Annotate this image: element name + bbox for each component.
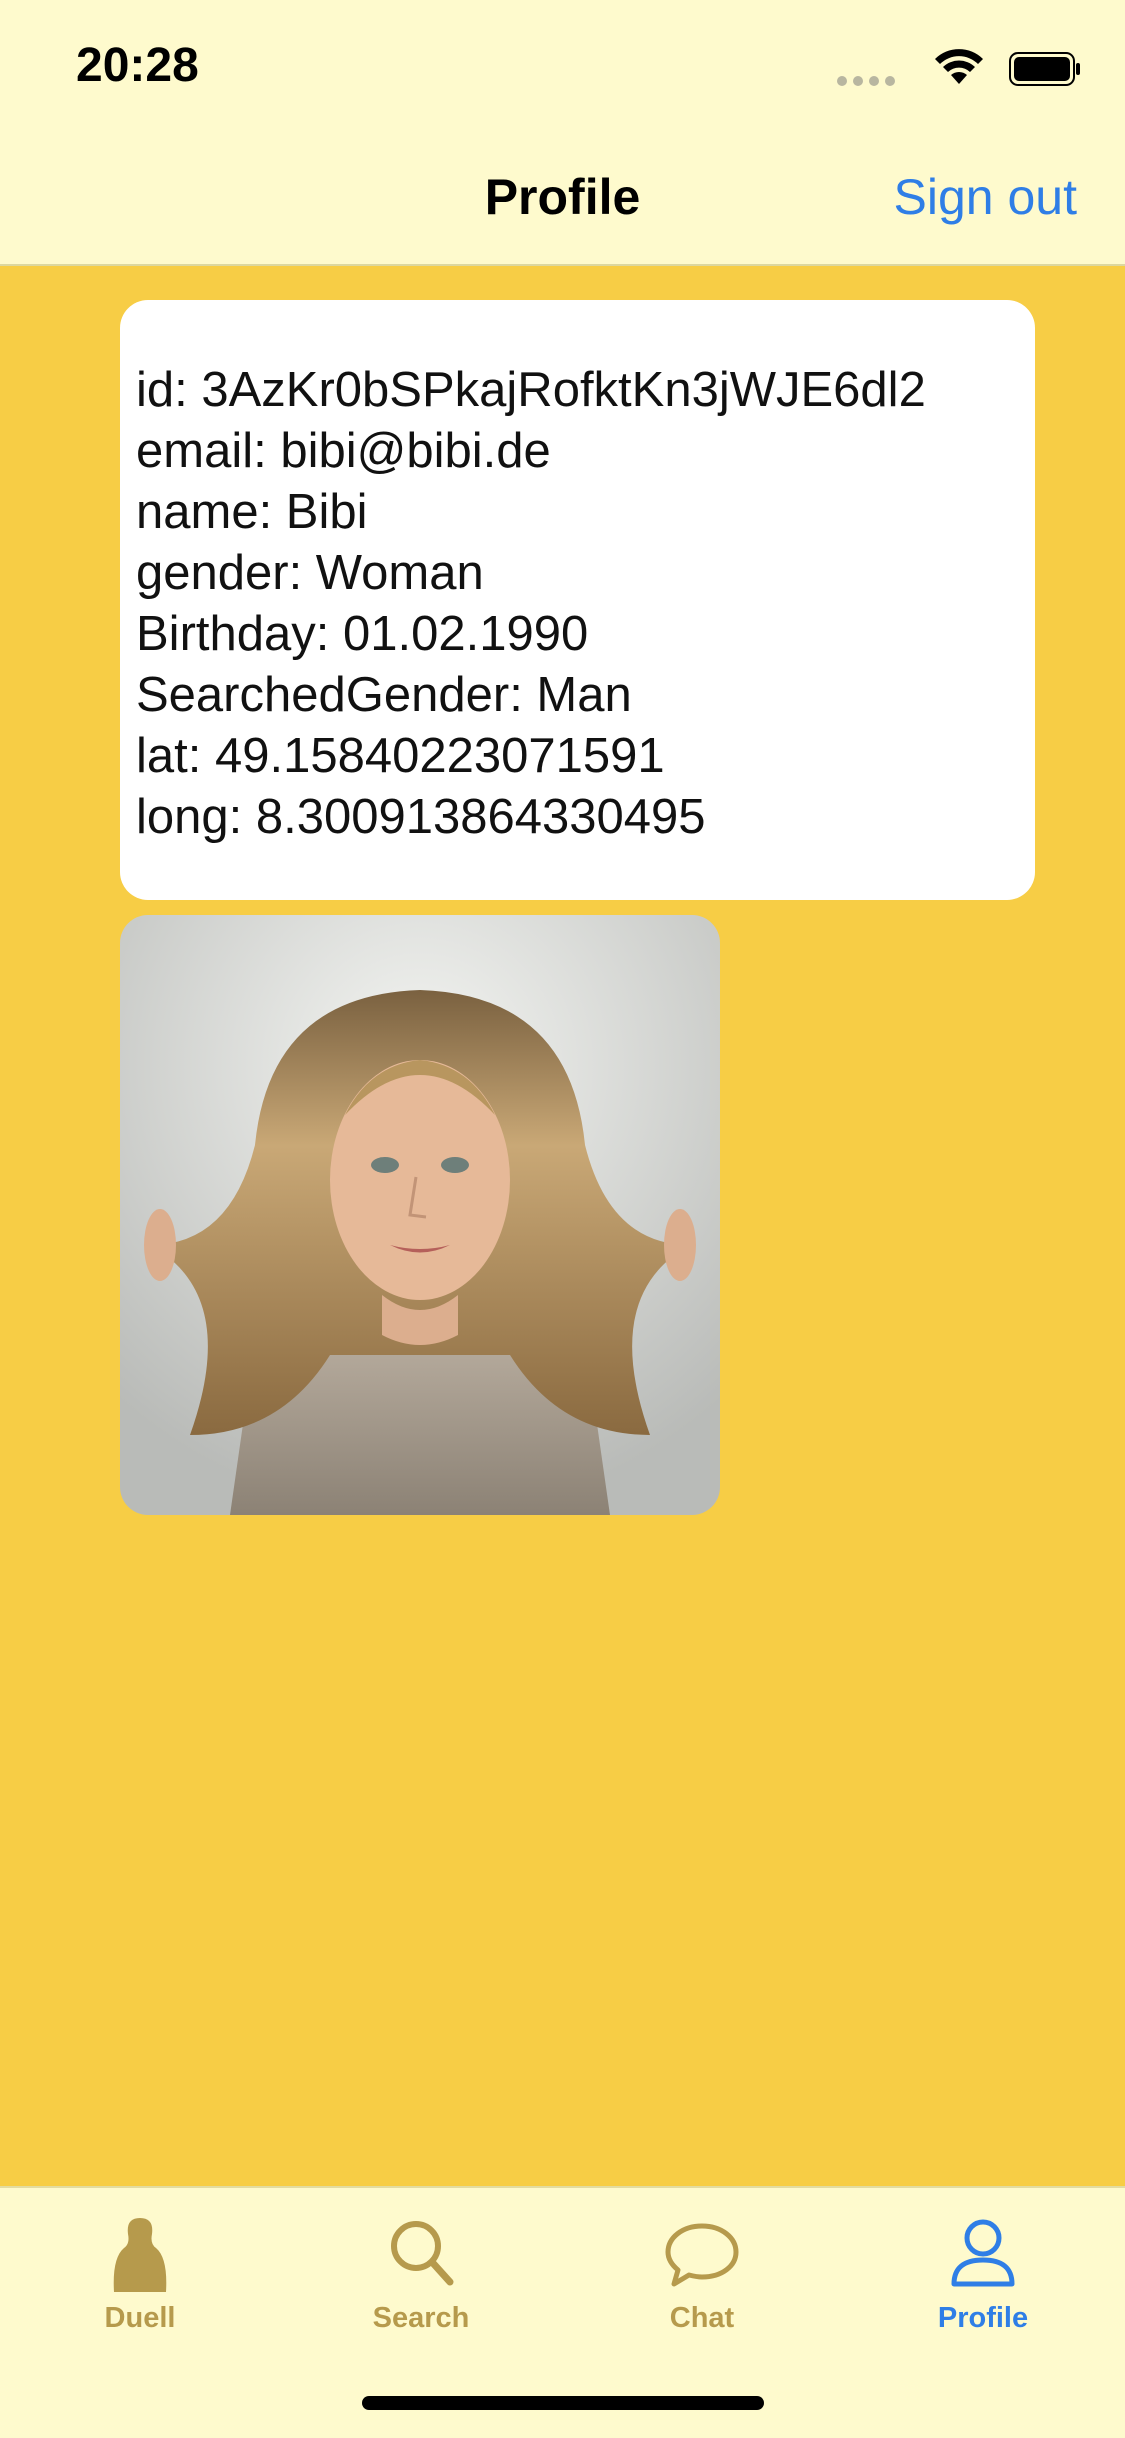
person-icon: [951, 2219, 1015, 2287]
cellular-signal-icon: [837, 76, 895, 86]
battery-icon: [1009, 52, 1080, 86]
navigation-bar: Profile Sign out: [0, 132, 1125, 266]
chat-bubble-icon: [665, 2223, 739, 2287]
status-bar: 20:28: [0, 0, 1125, 132]
profile-lat-line: lat: 49.15840223071591: [136, 729, 665, 783]
tab-label: Chat: [669, 2302, 735, 2334]
profile-birthday-line: Birthday: 01.02.1990: [136, 607, 589, 661]
tab-label: Search: [372, 2302, 470, 2334]
tab-label: Profile: [937, 2302, 1029, 2334]
tab-duell[interactable]: Duell: [40, 2214, 240, 2335]
search-icon: [391, 2221, 454, 2286]
profile-id-line: id: 3AzKr0bSPkajRofktKn3jWJE6dl2: [136, 363, 926, 417]
tab-search[interactable]: Search: [321, 2214, 521, 2335]
person-silhouette-icon: [113, 2218, 167, 2292]
profile-gender-line: gender: Woman: [136, 546, 484, 600]
tab-profile[interactable]: Profile: [883, 2214, 1083, 2335]
tab-label: Duell: [104, 2302, 176, 2334]
profile-info-card: id: 3AzKr0bSPkajRofktKn3jWJE6dl2 email: …: [120, 300, 1035, 900]
profile-email-line: email: bibi@bibi.de: [136, 424, 551, 478]
profile-name-line: name: Bibi: [136, 485, 368, 539]
status-time: 20:28: [76, 39, 199, 92]
wifi-icon: [935, 49, 983, 84]
profile-long-line: long: 8.300913864330495: [136, 790, 706, 844]
sign-out-button[interactable]: Sign out: [894, 168, 1077, 226]
home-indicator: [362, 2396, 764, 2410]
profile-photo: [120, 915, 720, 1515]
profile-searched-gender-line: SearchedGender: Man: [136, 668, 632, 722]
tab-chat[interactable]: Chat: [602, 2214, 802, 2335]
